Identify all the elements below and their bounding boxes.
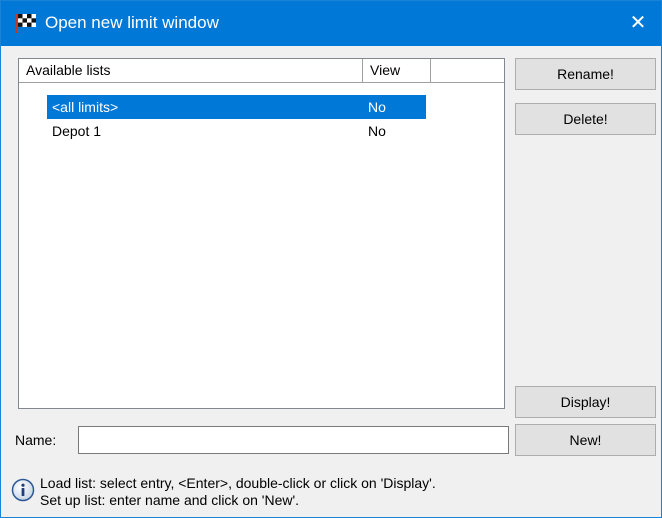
list-item-view: No [368,99,386,115]
list-item-view: No [368,123,386,139]
column-header-available-lists[interactable]: Available lists [19,59,363,82]
display-button[interactable]: Display! [515,386,656,418]
help-text-setup: Set up list: enter name and click on 'Ne… [40,492,300,508]
list-header: Available lists View [19,59,504,83]
available-lists-listview[interactable]: Available lists View <all limits> No Dep… [18,58,505,409]
close-button[interactable]: ✕ [615,1,661,46]
delete-button[interactable]: Delete! [515,103,656,135]
info-icon [11,478,35,502]
name-label: Name: [15,432,57,448]
window-title: Open new limit window [45,13,219,32]
checkered-flag-icon [16,14,36,33]
open-limit-window-dialog: Open new limit window ✕ Available lists … [0,0,662,518]
title-bar: Open new limit window ✕ [1,1,661,46]
column-header-view[interactable]: View [363,59,431,82]
list-item-depot-1[interactable]: Depot 1 No [47,119,426,143]
list-item-name: Depot 1 [52,123,102,139]
list-item-all-limits[interactable]: <all limits> No [47,95,426,119]
help-text-load: Load list: select entry, <Enter>, double… [40,475,436,491]
new-button[interactable]: New! [515,424,656,456]
list-item-name: <all limits> [52,99,119,115]
name-input[interactable] [78,426,509,454]
rename-button[interactable]: Rename! [515,58,656,90]
close-icon: ✕ [629,12,647,34]
